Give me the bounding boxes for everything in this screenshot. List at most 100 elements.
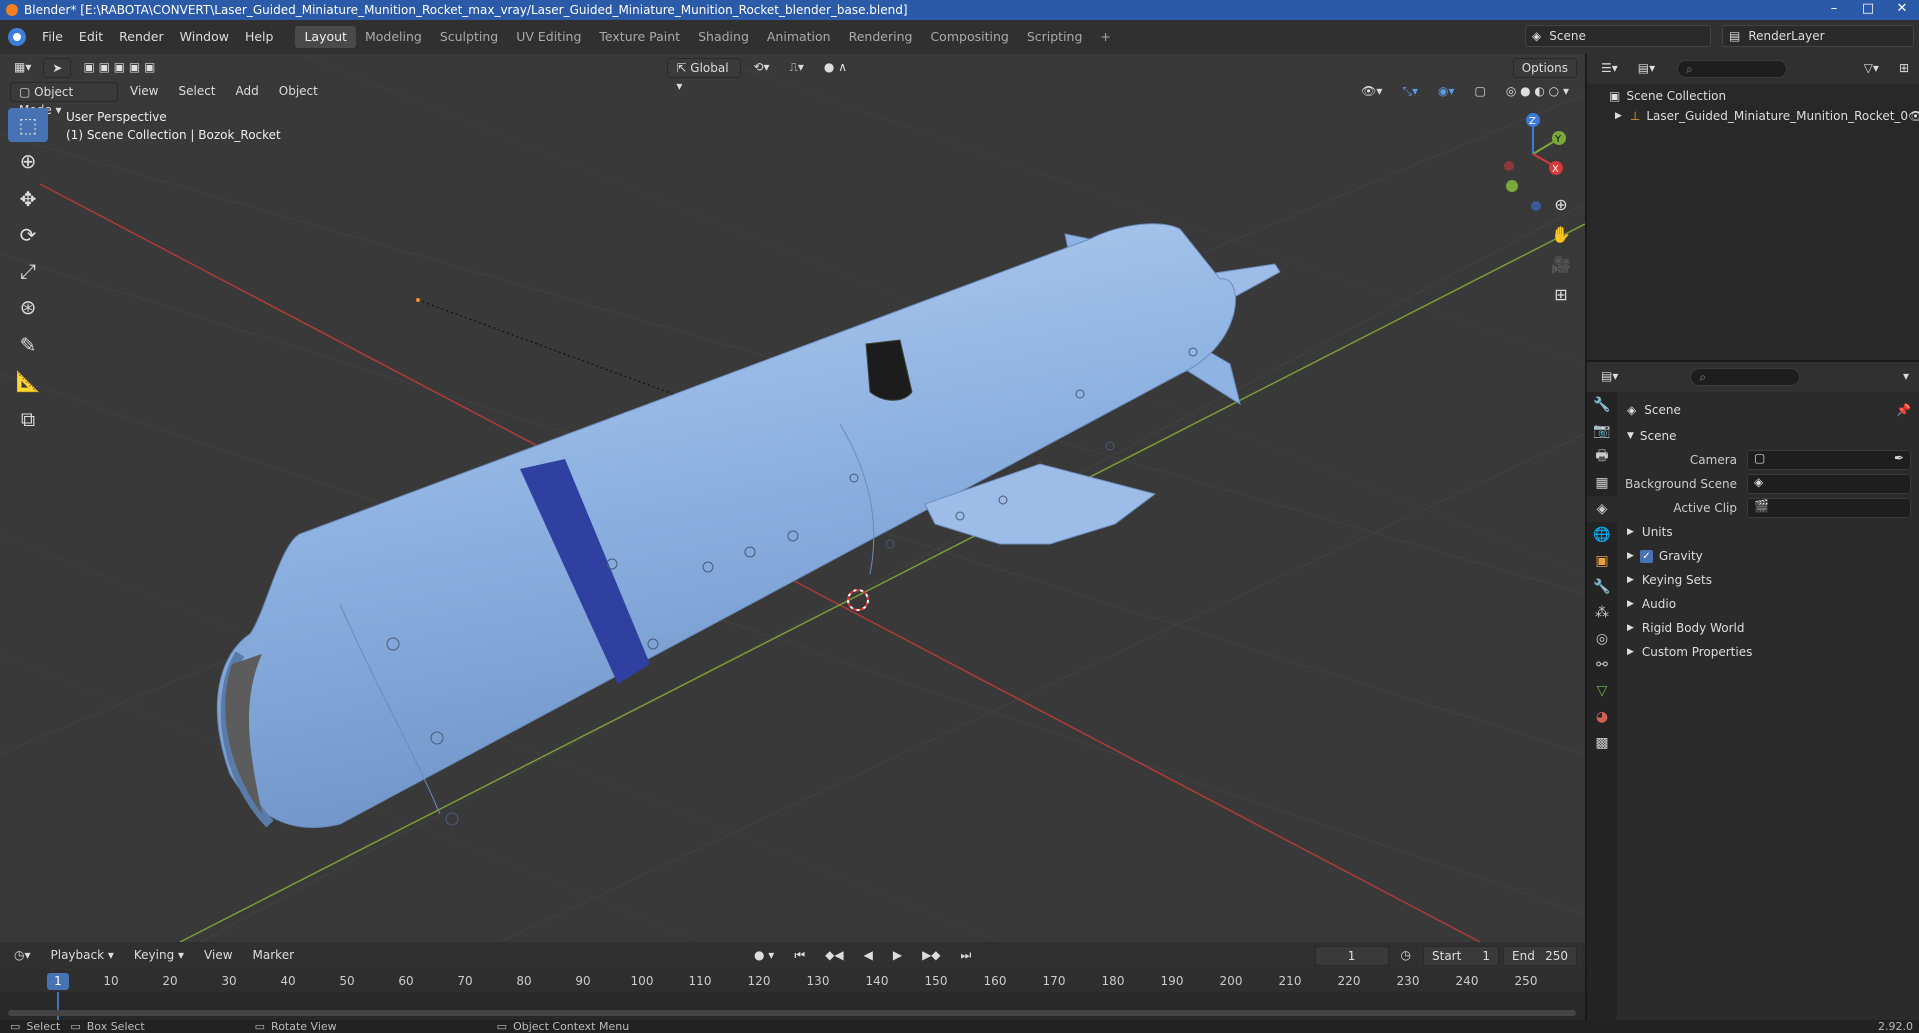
menu-add[interactable]: Add <box>228 82 267 102</box>
properties-editor-type-icon[interactable]: ▤▾ <box>1593 367 1626 387</box>
eyedropper-icon[interactable]: ✒ <box>1894 451 1904 465</box>
pan-hand-icon[interactable]: ✋ <box>1546 220 1576 248</box>
camera-field[interactable]: ▢ ✒ <box>1747 450 1911 470</box>
gravity-checkbox[interactable]: ✓ <box>1639 549 1653 563</box>
measure-tool-icon[interactable]: 📐 <box>8 364 48 398</box>
close-button[interactable]: ✕ <box>1885 0 1919 20</box>
output-tab-icon[interactable]: 🖶 <box>1587 444 1617 470</box>
menu-help[interactable]: Help <box>237 26 282 48</box>
scene-tab-icon[interactable]: ◈ <box>1587 496 1617 522</box>
add-cube-tool-icon[interactable]: ⧉ <box>8 402 48 436</box>
transform-orientation-select[interactable]: ⇱ Global ▾ <box>667 58 742 93</box>
overlay-toggle-icon[interactable]: ◉▾ <box>1430 82 1463 102</box>
maximize-button[interactable]: □ <box>1851 0 1885 20</box>
menu-file[interactable]: File <box>34 26 71 48</box>
tab-compositing[interactable]: Compositing <box>921 26 1017 48</box>
timeline-ruler[interactable]: 1 10 20 30 40 50 60 70 80 90 100 110 120… <box>0 970 1585 992</box>
audio-panel[interactable]: ▶ Audio <box>1617 594 1919 614</box>
data-tab-icon[interactable]: ▽ <box>1587 678 1617 704</box>
ortho-toggle-icon[interactable]: ⊞ <box>1546 280 1576 308</box>
next-keyframe-icon[interactable]: ▶◆ <box>914 946 948 966</box>
scene-collection-row[interactable]: ▣ Scene Collection <box>1587 86 1919 106</box>
annotate-tool-icon[interactable]: ✎ <box>8 328 48 362</box>
gizmo-toggle-icon[interactable]: ⤡▾ <box>1394 82 1426 102</box>
filter-icon[interactable]: ▽▾ <box>1856 59 1887 79</box>
end-frame-field[interactable]: End 250 <box>1503 946 1577 966</box>
transform-tool-icon[interactable]: ⊛ <box>8 290 48 324</box>
active-clip-field[interactable]: 🎬 <box>1747 498 1911 518</box>
constraints-tab-icon[interactable]: ⚯ <box>1587 652 1617 678</box>
jump-end-icon[interactable]: ⏭ <box>953 946 980 966</box>
gravity-panel[interactable]: ▶ ✓ Gravity <box>1617 546 1919 566</box>
outliner-item-rocket[interactable]: ▶ ⊥ Laser_Guided_Miniature_Munition_Rock… <box>1587 106 1919 126</box>
object-tab-icon[interactable]: ▣ <box>1587 548 1617 574</box>
preview-range-icon[interactable]: ◷ <box>1393 946 1419 966</box>
tab-texture-paint[interactable]: Texture Paint <box>590 26 689 48</box>
physics-tab-icon[interactable]: ◎ <box>1587 626 1617 652</box>
new-collection-icon[interactable]: ⊞ <box>1891 59 1917 79</box>
jump-start-icon[interactable]: ⏮ <box>786 946 813 966</box>
start-frame-field[interactable]: Start 1 <box>1423 946 1499 966</box>
shading-modes-icon[interactable]: ◎ ● ◐ ○ ▾ <box>1498 82 1577 102</box>
proportional-edit-icon[interactable]: ● ∧ <box>816 58 855 78</box>
menu-timeline-view[interactable]: View <box>196 946 240 966</box>
properties-options-icon[interactable]: ▾ <box>1895 367 1917 387</box>
visibility-eye-icon[interactable]: 👁 <box>1908 109 1919 123</box>
menu-window[interactable]: Window <box>172 26 237 48</box>
pivot-icon[interactable]: ⟲▾ <box>745 58 777 78</box>
tab-animation[interactable]: Animation <box>758 26 840 48</box>
display-mode-icon[interactable]: ▤▾ <box>1630 59 1663 79</box>
selection-modes-icon[interactable]: ▣ ▣ ▣ ▣ ▣ <box>75 58 163 78</box>
current-frame-field[interactable]: 1 <box>1314 946 1389 966</box>
timeline-editor-type-icon[interactable]: ◷▾ <box>6 946 39 966</box>
menu-marker[interactable]: Marker <box>245 946 302 966</box>
blender-menu-icon[interactable] <box>8 28 26 46</box>
scene-panel-header[interactable]: ▼ Scene <box>1617 426 1919 446</box>
tab-uv-editing[interactable]: UV Editing <box>507 26 590 48</box>
custom-properties-panel[interactable]: ▶ Custom Properties <box>1617 642 1919 662</box>
expand-arrow-icon[interactable]: ▶ <box>1615 111 1622 121</box>
add-workspace-button[interactable]: + <box>1091 26 1119 48</box>
tab-modeling[interactable]: Modeling <box>356 26 431 48</box>
visibility-icon[interactable]: 👁▾ <box>1353 82 1390 102</box>
prev-keyframe-icon[interactable]: ◆◀ <box>817 946 851 966</box>
render-tab-icon[interactable]: 📷 <box>1587 418 1617 444</box>
xray-icon[interactable]: ▢ <box>1466 82 1493 102</box>
world-tab-icon[interactable]: 🌐 <box>1587 522 1617 548</box>
outliner-editor-type-icon[interactable]: ☰▾ <box>1593 59 1626 79</box>
options-dropdown[interactable]: Options <box>1512 58 1577 78</box>
rotate-tool-icon[interactable]: ⟳ <box>8 218 48 252</box>
background-scene-field[interactable]: ◈ <box>1747 474 1911 494</box>
auto-key-record-icon[interactable]: ● ▾ <box>746 946 782 966</box>
scale-tool-icon[interactable]: ⤢ <box>8 254 48 288</box>
menu-edit[interactable]: Edit <box>71 26 111 48</box>
timeline-scrollbar[interactable] <box>8 1010 1576 1016</box>
tab-sculpting[interactable]: Sculpting <box>431 26 507 48</box>
pin-icon[interactable]: 📌 <box>1896 403 1911 417</box>
select-box-tool-icon[interactable]: ⬚ <box>8 108 48 142</box>
cursor-tool-icon[interactable]: ⊕ <box>8 144 48 178</box>
units-panel[interactable]: ▶ Units <box>1617 522 1919 542</box>
timeline-track-area[interactable] <box>0 992 1585 1020</box>
3d-viewport[interactable]: Z Y X ▦▾ ➤ ▣ ▣ ▣ ▣ ▣ ⇱ Global ▾ ⟲▾ ⎍▾ ● … <box>0 54 1585 942</box>
menu-view[interactable]: View <box>122 82 166 102</box>
rigid-body-world-panel[interactable]: ▶ Rigid Body World <box>1617 618 1919 638</box>
select-mode-icon[interactable]: ➤ <box>43 58 72 78</box>
current-frame-indicator[interactable]: 1 <box>47 973 69 990</box>
menu-keying[interactable]: Keying ▾ <box>126 946 192 966</box>
modifier-tab-icon[interactable]: 🔧 <box>1587 574 1617 600</box>
tab-rendering[interactable]: Rendering <box>840 26 922 48</box>
texture-tab-icon[interactable]: ▩ <box>1587 730 1617 756</box>
zoom-icon[interactable]: ⊕ <box>1546 190 1576 218</box>
menu-object[interactable]: Object <box>271 82 326 102</box>
tab-scripting[interactable]: Scripting <box>1018 26 1092 48</box>
tool-tab-icon[interactable]: 🔧 <box>1587 392 1617 418</box>
properties-search-input[interactable]: ⌕ <box>1690 368 1801 386</box>
move-tool-icon[interactable]: ✥ <box>8 182 48 216</box>
tab-layout[interactable]: Layout <box>295 26 356 48</box>
mode-dropdown[interactable]: ▢ Object Mode ▾ <box>10 82 118 117</box>
play-icon[interactable]: ▶ <box>885 946 910 966</box>
menu-select[interactable]: Select <box>170 82 223 102</box>
render-layer-selector[interactable]: ▤ RenderLayer <box>1722 25 1914 47</box>
camera-view-icon[interactable]: 🎥 <box>1546 250 1576 278</box>
